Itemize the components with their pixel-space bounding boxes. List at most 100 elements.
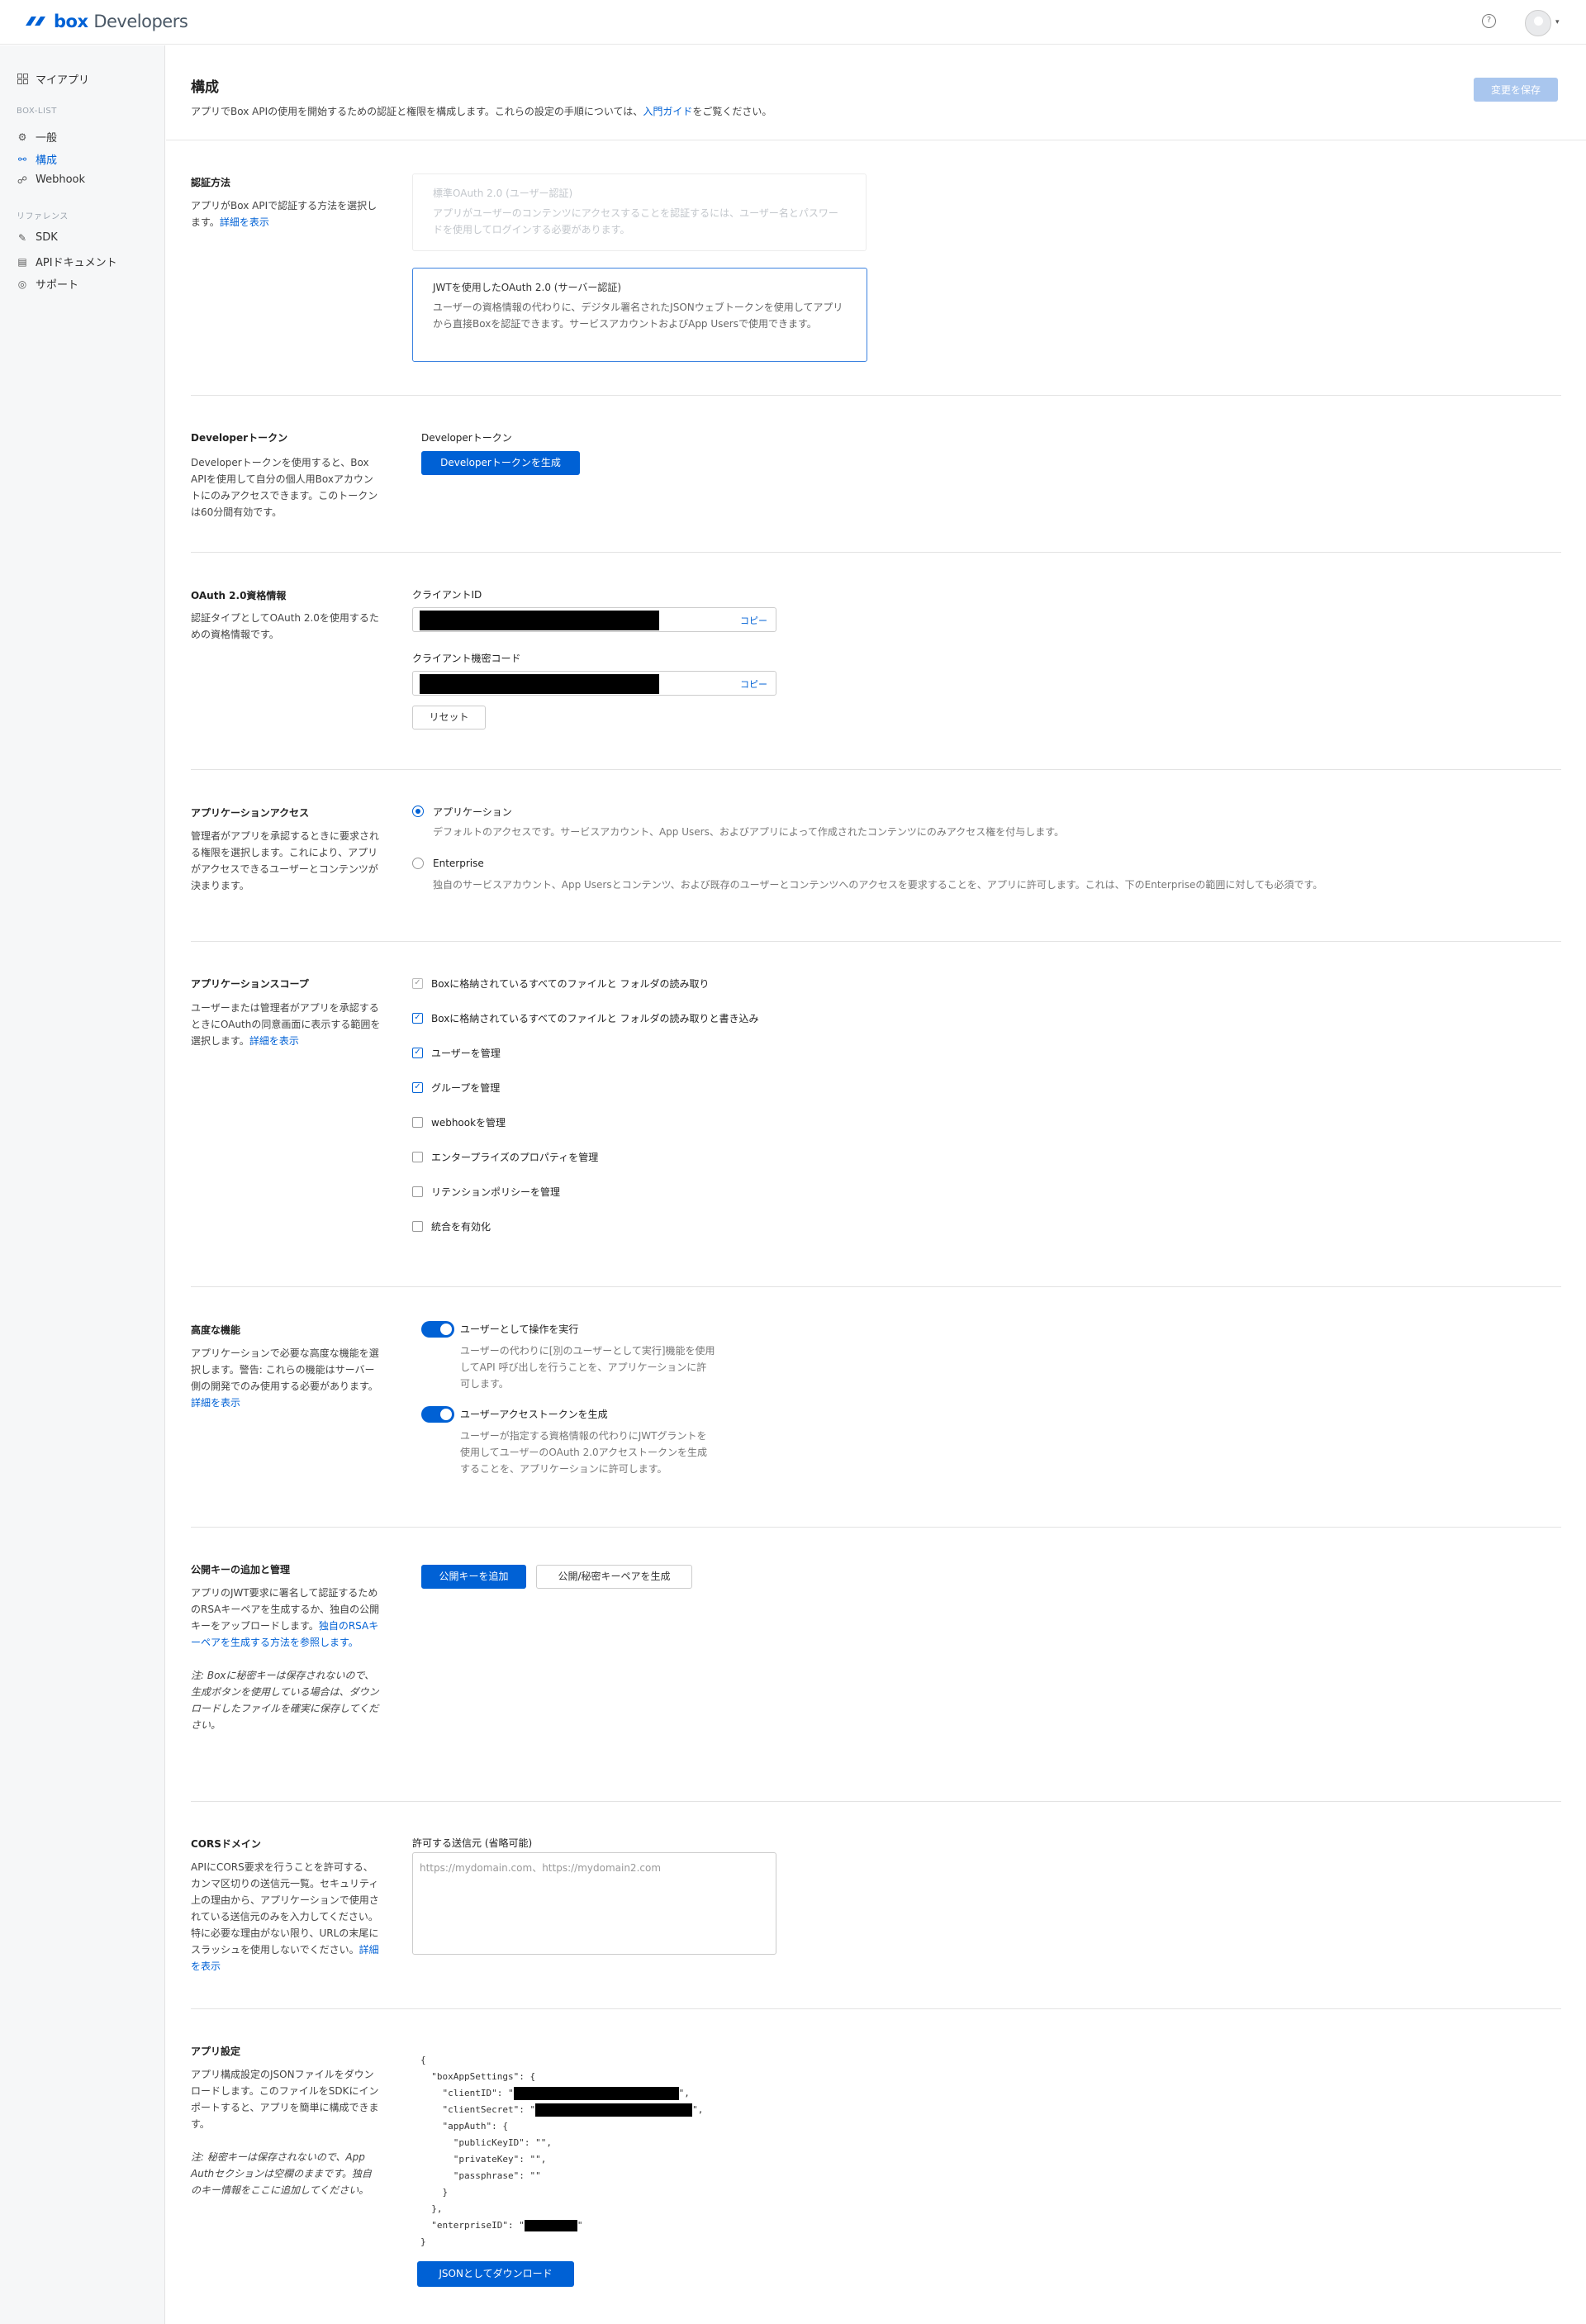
sidebar-item-support[interactable]: ◎ サポート [17, 276, 78, 292]
toggle-label: ユーザーとして操作を実行 [460, 1324, 579, 1335]
scope-checkbox-row[interactable]: ✓ ユーザーを管理 [412, 1046, 501, 1060]
getting-started-link[interactable]: 入門ガイド [643, 106, 692, 117]
download-json-button[interactable]: JSONとしてダウンロード [417, 2261, 574, 2287]
redacted-value [420, 674, 659, 694]
client-secret-label: クライアント機密コード [412, 653, 521, 664]
details-link[interactable]: 詳細を表示 [220, 216, 269, 228]
scope-label: Boxに格納されているすべてのファイルと フォルダの読み取り [431, 978, 710, 990]
checkbox-icon[interactable] [412, 1152, 423, 1162]
section-desc-appsettings: アプリ構成設定のJSONファイルをダウンロードします。このファイルをSDKにイン… [191, 2069, 379, 2196]
section-desc-access: 管理者がアプリを承認するときに要求される権限を選択します。これにより、アプリがア… [191, 830, 380, 891]
access-radio-enterprise[interactable] [412, 858, 424, 869]
sidebar-item-api-docs[interactable]: ▤ APIドキュメント [17, 254, 116, 270]
sidebar-item-label: マイアプリ [36, 74, 90, 87]
scope-checkbox-row[interactable]: リテンションポリシーを管理 [412, 1185, 560, 1199]
sidebar-item-general[interactable]: ⚙ 一般 [17, 129, 57, 145]
divider [191, 1286, 1561, 1287]
json-line: { [420, 2055, 426, 2065]
scope-checkbox-row[interactable]: ✓ Boxに格納されているすべてのファイルと フォルダの読み取りと書き込み [412, 1011, 758, 1025]
sidebar-item-my-apps[interactable]: マイアプリ [17, 71, 89, 87]
scope-checkbox-row[interactable]: 統合を有効化 [412, 1219, 491, 1233]
sidebar-item-configuration[interactable]: ⚯ 構成 [17, 151, 58, 168]
generate-devtoken-button[interactable]: Developerトークンを生成 [421, 451, 580, 475]
scope-label: グループを管理 [431, 1082, 501, 1094]
checkbox-icon[interactable] [412, 1117, 423, 1128]
cors-label: 許可する送信元 (省略可能) [412, 1837, 533, 1849]
client-secret-field[interactable]: コピー [412, 671, 776, 696]
sidebar-item-label: Webhook [36, 173, 86, 186]
section-title-auth: 認証方法 [191, 177, 231, 188]
section-desc-cors: APIにCORS要求を行うことを許可する、カンマ区切りの送信元一覧。セキュリティ… [191, 1861, 379, 1972]
details-link[interactable]: 詳細を表示 [249, 1035, 299, 1047]
section-desc-devtoken: Developerトークンを使用すると、Box APIを使用して自分の個人用Bo… [191, 457, 378, 518]
add-public-key-button[interactable]: 公開キーを追加 [421, 1565, 526, 1589]
checkbox-icon[interactable] [412, 1186, 423, 1197]
avatar[interactable] [1525, 10, 1551, 36]
option-description: アプリがユーザーのコンテンツにアクセスすることを認証するには、ユーザー名とパスワ… [433, 207, 838, 235]
copy-client-secret-button[interactable]: コピー [740, 677, 767, 691]
appsettings-note: 注: 秘密キーは保存されないので、App Authセクションは空欄のままです。独… [191, 2151, 372, 2196]
divider [191, 2008, 1561, 2009]
radio-label: Enterprise [433, 858, 484, 869]
generate-user-token-toggle[interactable] [421, 1406, 454, 1423]
sidebar-section-label: リファレンス [17, 212, 69, 221]
json-line: "clientID": " ", [420, 2087, 690, 2100]
divider [191, 1801, 1561, 1802]
json-line: "boxAppSettings": { [420, 2071, 536, 2082]
checkbox-checked-icon[interactable]: ✓ [412, 1048, 423, 1058]
sidebar-item-label: 構成 [36, 154, 58, 167]
save-changes-button[interactable]: 変更を保存 [1474, 78, 1558, 102]
checkbox-checked-icon[interactable]: ✓ [412, 1013, 423, 1024]
client-id-field[interactable]: コピー [412, 607, 776, 632]
json-line: "privateKey": "", [420, 2154, 547, 2165]
scope-label: エンタープライズのプロパティを管理 [431, 1152, 599, 1163]
checkbox-checked-icon[interactable]: ✓ [412, 1082, 423, 1093]
sidebar-item-webhook[interactable]: ☍ Webhook [17, 173, 85, 186]
reset-button[interactable]: リセット [412, 706, 486, 730]
sidebar-item-label: SDK [36, 231, 58, 244]
as-user-toggle[interactable] [421, 1321, 454, 1338]
auth-option-jwt[interactable]: JWTを使用したOAuth 2.0 (サーバー認証) ユーザーの資格情報の代わり… [412, 268, 867, 362]
document-icon: ▤ [17, 255, 27, 268]
scope-label: Boxに格納されているすべてのファイルと フォルダの読み取りと書き込み [431, 1013, 759, 1024]
option-title: JWTを使用したOAuth 2.0 (サーバー認証) [433, 282, 622, 293]
scope-label: 統合を有効化 [431, 1221, 491, 1233]
redacted-value [420, 611, 659, 630]
wrench-icon: ✎ [17, 231, 27, 244]
divider [191, 941, 1561, 942]
option-title: 標準OAuth 2.0 (ユーザー認証) [433, 188, 573, 199]
radio-description: デフォルトのアクセスです。サービスアカウント、App Users、およびアプリに… [433, 826, 1065, 838]
scope-checkbox-row[interactable]: エンタープライズのプロパティを管理 [412, 1150, 598, 1164]
section-title-access: アプリケーションアクセス [191, 807, 310, 819]
json-line: }, [420, 2203, 443, 2214]
details-link[interactable]: 詳細を表示 [191, 1397, 240, 1409]
help-icon[interactable]: ? [1482, 14, 1496, 28]
json-line: "enterpriseID": " " [420, 2220, 583, 2231]
cors-origins-textarea[interactable]: https://mydomain.com、https://mydomain2.c… [412, 1852, 776, 1955]
redacted-value [535, 2103, 693, 2117]
section-title-keys: 公開キーの追加と管理 [191, 1564, 291, 1575]
logo-text: box [54, 12, 88, 31]
top-bar: box Developers ? ▾ [0, 0, 1586, 45]
generate-keypair-button[interactable]: 公開/秘密キーペアを生成 [536, 1565, 692, 1589]
json-line: "passphrase": "" [420, 2170, 541, 2181]
sidebar-item-sdk[interactable]: ✎ SDK [17, 231, 58, 244]
sidebar-item-label: サポート [36, 279, 79, 292]
access-radio-application[interactable] [412, 806, 424, 817]
scope-label: ユーザーを管理 [431, 1048, 501, 1059]
radio-label: アプリケーション [433, 806, 512, 818]
copy-client-id-button[interactable]: コピー [740, 614, 767, 627]
scope-checkbox-row[interactable]: ✓ Boxに格納されているすべてのファイルと フォルダの読み取り [412, 977, 709, 991]
auth-option-standard-oauth[interactable]: 標準OAuth 2.0 (ユーザー認証) アプリがユーザーのコンテンツにアクセス… [412, 173, 867, 251]
box-developers-logo[interactable]: box Developers [23, 12, 188, 31]
checkbox-icon[interactable] [412, 1221, 423, 1232]
chevron-down-icon[interactable]: ▾ [1555, 18, 1560, 26]
scope-checkbox-row[interactable]: webhookを管理 [412, 1115, 506, 1129]
checkbox-checked-icon: ✓ [412, 978, 423, 989]
divider [191, 395, 1561, 396]
radio-description: 独自のサービスアカウント、App Usersとコンテンツ、および既存のユーザーと… [433, 879, 1323, 891]
section-title-devtoken: Developerトークン [191, 432, 288, 444]
scope-checkbox-row[interactable]: ✓ グループを管理 [412, 1081, 500, 1095]
app-settings-json: { "boxAppSettings": { "clientID": " ", "c… [420, 2052, 703, 2250]
json-line: "publicKeyID": "", [420, 2137, 552, 2148]
